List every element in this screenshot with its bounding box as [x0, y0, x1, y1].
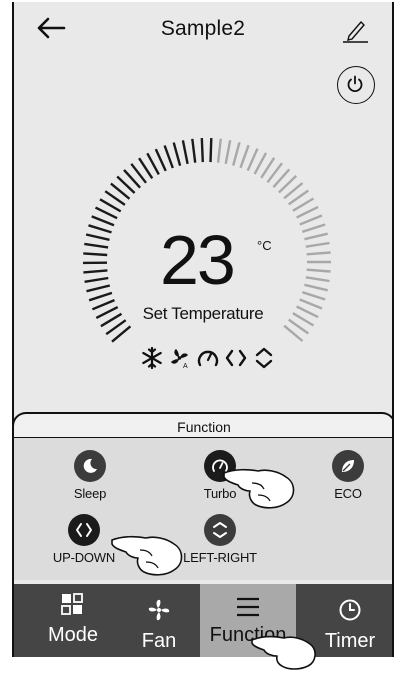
dial-tick	[239, 144, 250, 169]
swing-updown-icon	[76, 523, 92, 537]
sleep-label: Sleep	[73, 486, 107, 501]
dial-tick	[163, 145, 174, 169]
dial-tick	[83, 269, 108, 274]
dial-tick	[253, 152, 268, 175]
temperature-unit: °C	[257, 238, 272, 253]
dial-tick	[304, 232, 328, 241]
dial-tick	[200, 138, 204, 163]
dial-tick	[84, 276, 109, 283]
svg-text:A: A	[183, 363, 188, 370]
dial-tick	[209, 138, 213, 163]
mode-grid-icon	[61, 593, 83, 615]
left-right-button[interactable]: LEFT-RIGHT	[180, 514, 260, 565]
dial-tick	[305, 241, 330, 248]
dial-tick	[88, 224, 112, 234]
dial-tick	[88, 291, 113, 302]
dial-tick	[305, 276, 330, 283]
nav-mode-label: Mode	[47, 624, 99, 646]
moon-icon	[83, 458, 97, 473]
function-panel-body: Sleep Turbo ECO UP-DOWN LEFT-RIGHT	[14, 438, 392, 580]
mode-status-icons: A	[140, 346, 276, 370]
menu-lines-icon	[237, 597, 259, 617]
swing-updown-icon	[225, 349, 247, 367]
sleep-button[interactable]: Sleep	[50, 450, 130, 501]
leaf-icon	[342, 460, 354, 472]
nav-mode[interactable]: Mode	[28, 584, 118, 657]
dial-tick	[85, 233, 110, 241]
left-right-label: LEFT-RIGHT	[183, 550, 257, 565]
fan-auto-icon: A	[171, 349, 188, 370]
eco-label: ECO	[334, 486, 362, 501]
set-temperature-label: Set Temperature	[142, 304, 264, 323]
dial-tick	[296, 205, 319, 219]
bottom-nav: Mode Fan Function Timer	[14, 584, 392, 657]
temperature-value: 23	[160, 221, 236, 299]
swing-leftright-icon	[213, 522, 227, 538]
dial-tick	[191, 138, 197, 163]
dial-tick	[301, 291, 326, 301]
dial-tick	[94, 206, 118, 220]
dial-tick	[301, 223, 326, 233]
dial-tick	[84, 242, 109, 249]
nav-timer-label: Timer	[324, 630, 376, 652]
phone-screen: Sample2 23 °C Set Temperature A Function…	[12, 2, 394, 657]
nav-fan-label: Fan	[141, 630, 177, 652]
snowflake-icon	[142, 346, 162, 370]
nav-timer[interactable]: Timer	[310, 584, 390, 657]
dial-tick	[306, 268, 331, 273]
function-panel-title: Function	[177, 419, 231, 435]
temperature-dial[interactable]	[14, 2, 394, 402]
dial-tick	[181, 140, 189, 165]
dial-tick	[304, 283, 328, 292]
function-panel-header: Function	[14, 412, 392, 438]
dial-tick	[232, 141, 241, 166]
dial-tick	[83, 252, 108, 257]
function-panel: Function Sleep Turbo ECO UP-DOWN LEFT-RI…	[14, 412, 392, 580]
pointing-hand-icon	[111, 535, 183, 576]
dial-tick	[246, 148, 259, 172]
dial-tick	[86, 284, 111, 293]
pointing-hand-icon	[223, 468, 295, 509]
pointing-hand-icon	[251, 635, 316, 670]
dial-tick	[216, 138, 222, 163]
clock-icon	[339, 599, 361, 621]
dial-tick	[154, 148, 167, 172]
turbo-icon	[197, 350, 219, 367]
fan-icon	[148, 599, 170, 621]
dial-tick	[299, 214, 323, 226]
dial-tick	[91, 215, 115, 227]
dial-tick	[172, 142, 182, 167]
dial-tick	[306, 251, 331, 256]
swing-leftright-icon	[255, 347, 273, 369]
nav-fan[interactable]: Fan	[126, 584, 192, 657]
dial-tick	[224, 139, 232, 165]
eco-button[interactable]: ECO	[308, 450, 388, 501]
